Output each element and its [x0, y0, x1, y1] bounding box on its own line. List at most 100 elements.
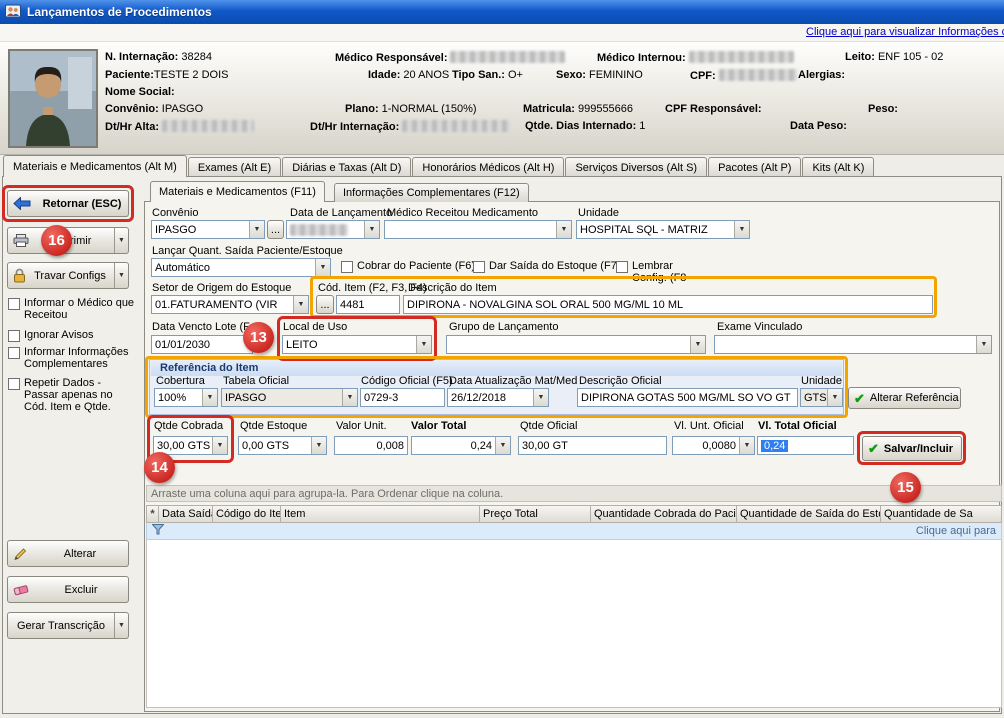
combo-arrow-icon: ▼: [827, 389, 842, 406]
vl-total-oficial-input[interactable]: 0,24: [757, 436, 854, 455]
tab-servicos-diversos[interactable]: Serviços Diversos (Alt S): [565, 157, 707, 177]
combo-arrow-icon: ▼: [315, 259, 330, 276]
data-lancamento-label: Data de Lançamento: [290, 207, 392, 219]
dropdown-arrow-icon[interactable]: ▼: [114, 263, 128, 288]
tab-diarias-taxas[interactable]: Diárias e Taxas (Alt D): [282, 157, 411, 177]
valor-total-label: Valor Total: [411, 420, 466, 432]
col-header-codigo-item[interactable]: Código do Item: [213, 505, 281, 523]
referencia-title: Referência do Item: [151, 361, 842, 376]
inner-tab-materiais-f11[interactable]: Materiais e Medicamentos (F11): [150, 181, 325, 202]
grupo-lancamento-label: Grupo de Lançamento: [449, 321, 558, 333]
field-alergias: Alergias:: [798, 69, 848, 81]
checkbox-icon: [341, 261, 353, 273]
cod-item-input[interactable]: 4481: [336, 295, 400, 314]
app-icon: [5, 3, 21, 22]
descricao-item-input[interactable]: DIPIRONA - NOVALGINA SOL ORAL 500 MG/ML …: [403, 295, 933, 314]
qtde-estoque-combo[interactable]: 0,00 GTS▼: [238, 436, 327, 455]
col-header-preco-total[interactable]: Preço Total: [480, 505, 591, 523]
col-header-qtd-cobrada[interactable]: Quantidade Cobrada do Paciente: [591, 505, 737, 523]
filter-funnel-icon: [152, 524, 164, 538]
field-tipo-sanguineo: Tipo San.:O+: [452, 69, 523, 81]
alterar-referencia-button[interactable]: ✔ Alterar Referência: [848, 387, 961, 409]
local-uso-combo[interactable]: LEITO▼: [282, 335, 432, 354]
grupo-lancamento-combo[interactable]: ▼: [446, 335, 706, 354]
exame-vinculado-label: Exame Vinculado: [717, 321, 802, 333]
checkbox-informar-complementares[interactable]: Informar Informações Complementares: [8, 346, 138, 370]
tab-materiais-medicamentos[interactable]: Materiais e Medicamentos (Alt M): [3, 155, 187, 177]
lancar-quant-combo[interactable]: Automático▼: [151, 258, 331, 277]
tabela-oficial-combo[interactable]: IPASGO▼: [221, 388, 358, 407]
annotation-badge-14: 14: [144, 452, 175, 483]
medico-receitou-combo[interactable]: ▼: [384, 220, 572, 239]
retornar-button[interactable]: Retornar (ESC): [7, 190, 129, 217]
col-header-qtd-extra[interactable]: Quantidade de Sa: [881, 505, 1002, 523]
info-link[interactable]: Clique aqui para visualizar Informações …: [806, 26, 1004, 38]
field-paciente: Paciente:TESTE 2 DOIS: [105, 69, 229, 81]
checkbox-informar-medico[interactable]: Informar o Médico que Receitou: [8, 297, 138, 321]
combo-arrow-icon: ▼: [342, 389, 357, 406]
checkbox-icon: [616, 261, 628, 273]
group-by-panel[interactable]: Arraste uma coluna aqui para agrupa-la. …: [146, 485, 1002, 502]
valor-unit-input[interactable]: 0,008: [334, 436, 408, 455]
combo-arrow-icon: ▼: [416, 336, 431, 353]
vl-total-oficial-label: Vl. Total Oficial: [758, 420, 837, 432]
checkbox-cobrar-paciente[interactable]: Cobrar do Paciente (F6): [341, 260, 481, 273]
link-row: Clique aqui para visualizar Informações …: [0, 24, 1004, 42]
codigo-oficial-input[interactable]: 0729-3: [360, 388, 445, 407]
col-header-qtd-saida[interactable]: Quantidade de Saída do Estoque: [737, 505, 881, 523]
convenio-ellipsis-button[interactable]: ...: [267, 220, 284, 239]
checkbox-lembrar-config[interactable]: Lembrar Config. (F8: [616, 260, 698, 284]
inner-tab-complementares-f12[interactable]: Informações Complementares (F12): [334, 183, 529, 202]
data-vencto-input[interactable]: 01/01/2030: [151, 335, 253, 354]
grid-filter-row[interactable]: Clique aqui para: [146, 523, 1002, 540]
dropdown-arrow-icon[interactable]: ▼: [114, 228, 128, 253]
checkbox-label: Dar Saída do Estoque (F7): [489, 260, 620, 272]
checkbox-icon: [8, 298, 20, 310]
field-sexo: Sexo:FEMININO: [556, 69, 643, 81]
tab-pacotes[interactable]: Pacotes (Alt P): [708, 157, 801, 177]
field-cpf: CPF:: [690, 69, 797, 82]
field-dt-hr-alta: Dt/Hr Alta:: [105, 120, 254, 133]
salvar-incluir-button[interactable]: ✔ Salvar/Incluir: [862, 436, 962, 461]
excluir-button[interactable]: Excluir: [7, 576, 129, 603]
field-medico-internou: Médico Internou:: [597, 51, 794, 64]
setor-origem-combo[interactable]: 01.FATURAMENTO (VIR▼: [151, 295, 309, 314]
checkbox-repetir-dados[interactable]: Repetir Dados - Passar apenas no Cód. It…: [8, 377, 126, 413]
data-lancamento-combo[interactable]: ▼: [286, 220, 380, 239]
field-idade: Idade:20 ANOS: [368, 69, 449, 81]
alterar-button[interactable]: Alterar: [7, 540, 129, 567]
checkbox-icon: [8, 378, 20, 390]
checkbox-dar-saida-estoque[interactable]: Dar Saída do Estoque (F7): [473, 260, 623, 273]
col-header-item[interactable]: Item: [281, 505, 480, 523]
cobertura-label: Cobertura: [156, 375, 205, 387]
redacted-value: [689, 51, 794, 63]
grid-body: [146, 540, 1002, 708]
qtde-oficial-input[interactable]: 30,00 GT: [518, 436, 667, 455]
vl-unt-oficial-combo[interactable]: 0,0080▼: [672, 436, 755, 455]
vl-unt-oficial-label: Vl. Unt. Oficial: [674, 420, 744, 432]
unidade-combo[interactable]: HOSPITAL SQL - MATRIZ▼: [576, 220, 750, 239]
convenio-combo[interactable]: IPASGO▼: [151, 220, 265, 239]
redacted-value: [450, 51, 565, 63]
gerar-transcricao-button[interactable]: Gerar Transcrição ▼: [7, 612, 129, 639]
annotation-badge-16: 16: [41, 225, 72, 256]
valor-total-combo[interactable]: 0,24▼: [411, 436, 511, 455]
tab-honorarios-medicos[interactable]: Honorários Médicos (Alt H): [412, 157, 564, 177]
combo-arrow-icon: ▼: [734, 221, 749, 238]
annotation-badge-13: 13: [243, 322, 274, 353]
travar-configs-button[interactable]: Travar Configs ▼: [7, 262, 129, 289]
data-atualizacao-combo[interactable]: 26/12/2018▼: [447, 388, 549, 407]
filter-hint: Clique aqui para: [916, 525, 996, 537]
tab-kits[interactable]: Kits (Alt K): [802, 157, 874, 177]
cobertura-combo[interactable]: 100%▼: [154, 388, 218, 407]
checkbox-label: Informar o Médico que Receitou: [24, 297, 138, 321]
unidade-oficial-combo[interactable]: GTS▼: [800, 388, 843, 407]
combo-arrow-icon: ▼: [212, 437, 227, 454]
dropdown-arrow-icon[interactable]: ▼: [114, 613, 128, 638]
checkbox-ignorar-avisos[interactable]: Ignorar Avisos: [8, 329, 138, 342]
cod-item-ellipsis-button[interactable]: ...: [316, 295, 334, 314]
tab-exames[interactable]: Exames (Alt E): [188, 157, 281, 177]
exame-vinculado-combo[interactable]: ▼: [714, 335, 992, 354]
col-header-data-saida[interactable]: Data Saída: [159, 505, 213, 523]
descricao-oficial-input[interactable]: DIPIRONA GOTAS 500 MG/ML SO VO GT: [577, 388, 798, 407]
